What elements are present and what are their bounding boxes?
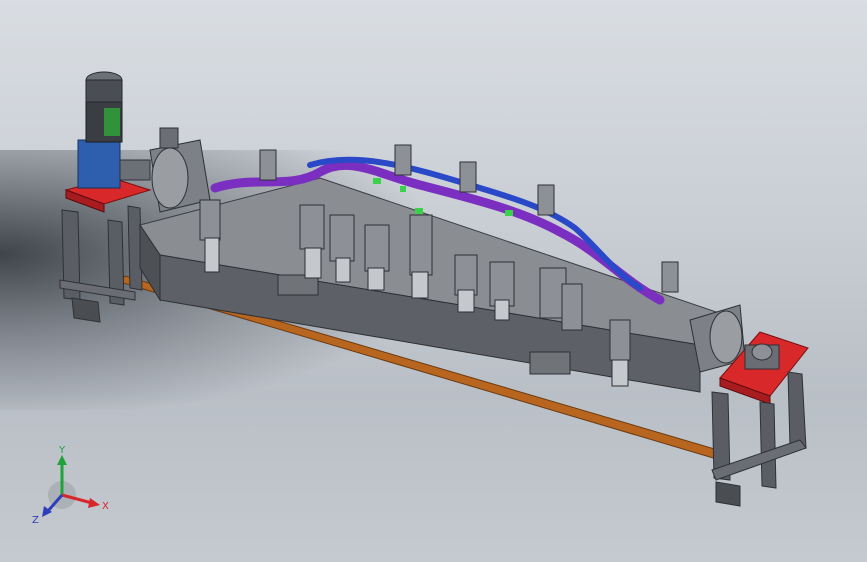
left-stand xyxy=(59,205,143,323)
y-axis-arrowhead xyxy=(57,455,67,465)
left-headstock xyxy=(149,127,211,213)
cad-assembly-model[interactable] xyxy=(0,0,867,562)
x-axis-arrowhead xyxy=(88,498,100,508)
right-bearing-block xyxy=(744,343,780,370)
x-axis-label: X xyxy=(102,501,109,512)
main-bed xyxy=(139,177,742,393)
y-axis-label: Y xyxy=(58,445,66,456)
z-axis-label: Z xyxy=(32,515,39,526)
axis-triad: Y X Z xyxy=(32,445,109,526)
drive-motor xyxy=(77,71,151,189)
graphics-viewport[interactable]: Y X Z xyxy=(0,0,867,562)
